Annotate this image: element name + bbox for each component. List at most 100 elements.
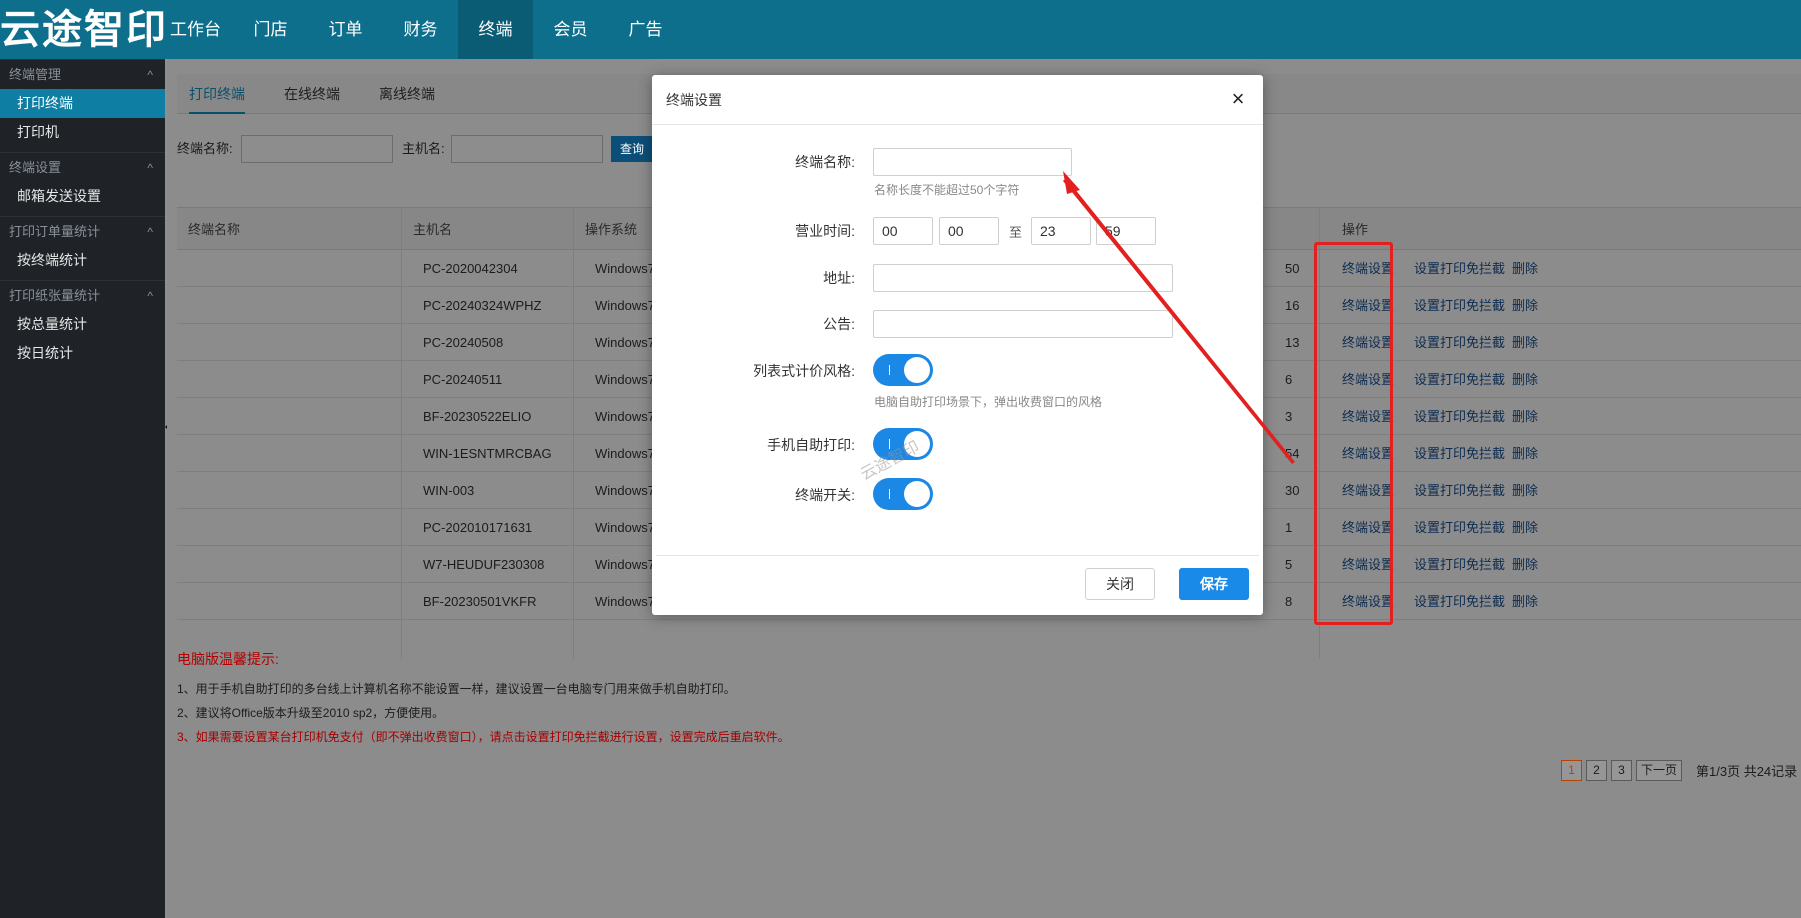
nav-ads[interactable]: 广告 <box>608 0 683 59</box>
host-name-cell: W7-HEUDUF230308 <box>423 557 545 572</box>
print-whitelist-link[interactable]: 设置打印免拦截 <box>1414 287 1505 324</box>
delete-link[interactable]: 删除 <box>1512 287 1538 324</box>
terminal-switch-toggle[interactable] <box>873 478 933 510</box>
host-name-label: 主机名: <box>402 141 445 156</box>
annotation-highlight-box <box>1314 242 1393 625</box>
sidebar-item-printers[interactable]: 打印机 <box>0 118 165 147</box>
query-button[interactable]: 查询 <box>611 136 653 162</box>
partial-value-cell: 5 <box>1285 557 1293 572</box>
delete-link[interactable]: 删除 <box>1512 472 1538 509</box>
print-whitelist-link[interactable]: 设置打印免拦截 <box>1414 435 1505 472</box>
terminal-name-field-label: 终端名称: <box>795 154 855 170</box>
dialog-title: 终端设置 <box>666 92 722 108</box>
os-cell: Windows7 <box>595 557 655 572</box>
pagination: 1 2 3 下一页 第1/3页 共24记录 <box>1561 759 1797 781</box>
sidebar-item-print-terminals[interactable]: 打印终端 <box>0 89 165 118</box>
partial-value-cell: 1 <box>1285 520 1293 535</box>
terminal-name-field[interactable] <box>873 148 1072 176</box>
delete-link[interactable]: 删除 <box>1512 435 1538 472</box>
delete-link[interactable]: 删除 <box>1512 250 1538 287</box>
chevron-up-icon: ^ <box>147 161 153 175</box>
sidebar-item-by-day[interactable]: 按日统计 <box>0 339 165 368</box>
delete-link[interactable]: 删除 <box>1512 398 1538 435</box>
sidebar-group-label: 打印纸张量统计 <box>9 288 101 303</box>
page-3-button[interactable]: 3 <box>1611 759 1632 781</box>
column-divider <box>401 207 402 659</box>
tab-online-terminals[interactable]: 在线终端 <box>284 74 340 114</box>
terminal-switch-label: 终端开关: <box>795 487 855 503</box>
tab-offline-terminals[interactable]: 离线终端 <box>379 74 435 114</box>
print-whitelist-link[interactable]: 设置打印免拦截 <box>1414 583 1505 620</box>
next-page-button[interactable]: 下一页 <box>1636 759 1683 781</box>
partial-value-cell: 3 <box>1285 409 1293 424</box>
chevron-up-icon: ^ <box>147 289 153 303</box>
host-name-cell: PC-20240324WPHZ <box>423 298 542 313</box>
page-1-button[interactable]: 1 <box>1561 759 1582 781</box>
host-name-cell: PC-20240508 <box>423 335 504 350</box>
sidebar-item-by-terminal[interactable]: 按终端统计 <box>0 246 165 275</box>
host-name-cell: WIN-003 <box>423 483 475 498</box>
pagination-info: 第1/3页 共24记录 <box>1696 763 1798 779</box>
delete-link[interactable]: 删除 <box>1512 324 1538 361</box>
os-cell: Windows7 <box>595 446 655 461</box>
print-whitelist-link[interactable]: 设置打印免拦截 <box>1414 361 1505 398</box>
delete-link[interactable]: 删除 <box>1512 509 1538 546</box>
nav-stores[interactable]: 门店 <box>233 0 308 59</box>
os-cell: Windows7 <box>595 520 655 535</box>
host-name-cell: BF-20230501VKFR <box>423 594 537 609</box>
print-whitelist-link[interactable]: 设置打印免拦截 <box>1414 546 1505 583</box>
address-input[interactable] <box>873 264 1173 292</box>
print-whitelist-link[interactable]: 设置打印免拦截 <box>1414 472 1505 509</box>
close-icon[interactable]: × <box>1227 88 1249 110</box>
tip-2: 2、建议将Office版本升级至2010 sp2，方便使用。 <box>177 706 445 720</box>
nav-orders[interactable]: 订单 <box>308 0 383 59</box>
end-minute-input[interactable] <box>1096 217 1156 245</box>
start-hour-input[interactable] <box>873 217 933 245</box>
print-whitelist-link[interactable]: 设置打印免拦截 <box>1414 250 1505 287</box>
sidebar-group-terminal-management[interactable]: 终端管理 ^ <box>0 59 165 89</box>
os-cell: Windows7 <box>595 261 655 276</box>
notice-input[interactable] <box>873 310 1173 338</box>
end-hour-input[interactable] <box>1031 217 1091 245</box>
partial-value-cell: 6 <box>1285 372 1293 387</box>
delete-link[interactable]: 删除 <box>1512 583 1538 620</box>
sidebar-group-label: 终端管理 <box>9 67 62 82</box>
delete-link[interactable]: 删除 <box>1512 361 1538 398</box>
nav-workbench[interactable]: 工作台 <box>158 0 233 59</box>
sidebar-item-email-settings[interactable]: 邮箱发送设置 <box>0 182 165 211</box>
print-whitelist-link[interactable]: 设置打印免拦截 <box>1414 509 1505 546</box>
sidebar-item-by-total[interactable]: 按总量统计 <box>0 310 165 339</box>
toggle-on-indicator <box>889 365 890 375</box>
partial-value-cell: 13 <box>1285 335 1300 350</box>
sidebar-group-paper-stats[interactable]: 打印纸张量统计 ^ <box>0 280 165 310</box>
sidebar-group-order-stats[interactable]: 打印订单量统计 ^ <box>0 216 165 246</box>
hours-separator: 至 <box>1009 225 1023 240</box>
save-button[interactable]: 保存 <box>1179 568 1249 600</box>
partial-value-cell: 8 <box>1285 594 1293 609</box>
sidebar: 终端管理 ^ 打印终端 打印机 终端设置 ^ 邮箱发送设置 打印订单量统计 ^ 按终端… <box>0 59 165 918</box>
tips-title: 电脑版温馨提示: <box>177 651 279 667</box>
host-name-cell: PC-20240511 <box>423 372 503 387</box>
print-whitelist-link[interactable]: 设置打印免拦截 <box>1414 324 1505 361</box>
print-whitelist-link[interactable]: 设置打印免拦截 <box>1414 398 1505 435</box>
start-minute-input[interactable] <box>939 217 999 245</box>
sidebar-group-label: 打印订单量统计 <box>9 224 101 239</box>
list-price-style-toggle[interactable] <box>873 354 933 386</box>
close-button[interactable]: 关闭 <box>1085 568 1155 600</box>
toggle-knob <box>904 481 930 507</box>
terminal-name-input[interactable] <box>241 135 393 163</box>
partial-value-cell: 54 <box>1285 446 1300 461</box>
nav-finance[interactable]: 财务 <box>383 0 458 59</box>
partial-value-cell: 16 <box>1285 298 1300 313</box>
delete-link[interactable]: 删除 <box>1512 546 1538 583</box>
nav-terminals[interactable]: 终端 <box>458 0 533 59</box>
tab-print-terminals[interactable]: 打印终端 <box>189 74 245 114</box>
business-hours-label: 营业时间: <box>795 223 855 239</box>
host-name-input[interactable] <box>451 135 603 163</box>
sidebar-group-terminal-settings[interactable]: 终端设置 ^ <box>0 152 165 182</box>
page-2-button[interactable]: 2 <box>1586 759 1607 781</box>
tip-1: 1、用于手机自助打印的多台线上计算机名称不能设置一样，建议设置一台电脑专门用来做… <box>177 682 736 696</box>
terminal-name-hint: 名称长度不能超过50个字符 <box>874 183 1020 197</box>
nav-members[interactable]: 会员 <box>533 0 608 59</box>
os-cell: Windows7 <box>595 298 655 313</box>
